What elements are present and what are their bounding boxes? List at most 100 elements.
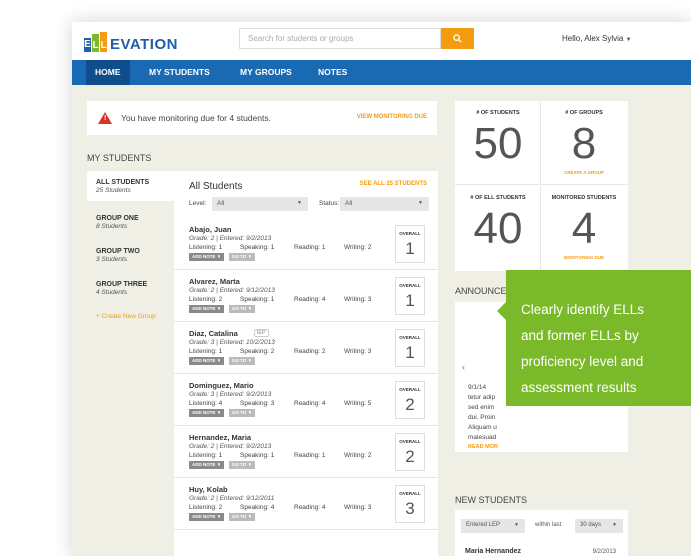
- new-students-title: NEW STUDENTS: [455, 495, 527, 505]
- chevron-down-icon: ▼: [625, 37, 632, 43]
- group-sidebar: ALL STUDENTS 25 Students GROUP ONE 8 Stu…: [87, 171, 174, 556]
- nav-notes[interactable]: NOTES: [318, 60, 347, 85]
- group-name: GROUP TWO: [96, 248, 140, 255]
- entered-filter-select[interactable]: Entered LEP ▼: [461, 519, 525, 533]
- sidebar-item-group-three[interactable]: GROUP THREE 4 Students: [87, 281, 174, 296]
- goto-button[interactable]: GO TO ▼: [229, 305, 256, 313]
- group-name: ALL STUDENTS: [96, 179, 150, 186]
- goto-label: GO TO: [232, 462, 247, 467]
- stat-groups[interactable]: # OF GROUPS 8 CREATE A GROUP: [541, 101, 627, 185]
- student-name[interactable]: Diaz, Catalina: [189, 329, 238, 338]
- overall-value: 1: [405, 239, 415, 258]
- reading-score: Reading: 1: [294, 452, 326, 459]
- chevron-left-icon[interactable]: ‹: [462, 362, 465, 372]
- speaking-score: Speaking: 4: [240, 504, 275, 511]
- add-note-label: ADD NOTE: [192, 410, 216, 415]
- read-more-link[interactable]: READ MOR: [468, 444, 498, 450]
- goto-button[interactable]: GO TO ▼: [229, 461, 256, 469]
- logo-letter-e: E: [84, 38, 91, 52]
- callout-line: and former ELLs by: [521, 328, 639, 343]
- see-all-students-link[interactable]: SEE ALL 25 STUDENTS: [360, 181, 427, 187]
- table-row[interactable]: Huy, Kolab Grade: 2 | Entered: 9/12/2011 L…: [174, 481, 438, 530]
- monitoring-alert: ! You have monitoring due for 4 students…: [87, 101, 437, 135]
- search-button[interactable]: [441, 28, 474, 49]
- goto-button[interactable]: GO TO ▼: [229, 513, 256, 521]
- entered-filter-value: Entered LEP: [466, 522, 501, 528]
- add-note-label: ADD NOTE: [192, 462, 216, 467]
- add-note-button[interactable]: ADD NOTE ▼: [189, 409, 225, 417]
- new-student-name[interactable]: Maria Hernandez: [465, 548, 521, 555]
- overall-label: OVERALL: [399, 283, 421, 288]
- table-row[interactable]: Alvarez, Marta Grade: 2 | Entered: 9/12/2…: [174, 273, 438, 322]
- create-group-link[interactable]: + Create New Group: [96, 313, 156, 320]
- alert-message: You have monitoring due for 4 students.: [121, 113, 271, 123]
- stats-panel: # OF STUDENTS 50 # OF GROUPS 8 CREATE A …: [455, 101, 628, 271]
- student-name[interactable]: Abajo, Juan: [189, 225, 232, 234]
- group-count: 25 Students: [96, 187, 131, 194]
- create-a-group-link[interactable]: CREATE A GROUP: [541, 170, 627, 175]
- speaking-score: Speaking: 2: [240, 348, 275, 355]
- stat-students[interactable]: # OF STUDENTS 50: [455, 101, 541, 185]
- goto-button[interactable]: GO TO ▼: [229, 409, 256, 417]
- overall-value: 1: [405, 343, 415, 362]
- goto-label: GO TO: [232, 514, 247, 519]
- add-note-button[interactable]: ADD NOTE ▼: [189, 513, 225, 521]
- group-count: 8 Students: [96, 223, 128, 230]
- nav-home[interactable]: HOME: [86, 60, 130, 85]
- stat-ell-students[interactable]: # OF ELL STUDENTS 40: [455, 186, 541, 270]
- sidebar-item-all-students[interactable]: ALL STUDENTS 25 Students: [87, 171, 174, 201]
- stat-label: # OF STUDENTS: [476, 110, 520, 116]
- search-input[interactable]: Search for students or groups: [239, 28, 441, 49]
- nav-my-students[interactable]: MY STUDENTS: [149, 60, 210, 85]
- logo-letter-l1: L: [92, 34, 99, 52]
- add-note-button[interactable]: ADD NOTE ▼: [189, 461, 225, 469]
- goto-button[interactable]: GO TO ▼: [229, 357, 256, 365]
- add-note-button[interactable]: ADD NOTE ▼: [189, 253, 225, 261]
- stat-label: # OF GROUPS: [565, 110, 603, 116]
- goto-label: GO TO: [232, 410, 247, 415]
- ellevation-logo[interactable]: E L L EVATION: [84, 32, 178, 52]
- overall-value: 3: [405, 499, 415, 518]
- range-select[interactable]: 30 days ▼: [575, 519, 623, 533]
- listening-score: Listening: 4: [189, 400, 223, 407]
- overall-label: OVERALL: [399, 335, 421, 340]
- overall-value: 2: [405, 447, 415, 466]
- reading-score: Reading: 4: [294, 504, 326, 511]
- reading-score: Reading: 2: [294, 348, 326, 355]
- table-row[interactable]: Abajo, Juan Grade: 2 | Entered: 9/2/2013 L…: [174, 221, 438, 270]
- warning-icon: !: [98, 112, 112, 124]
- user-menu[interactable]: Hello, Alex Sylvia ▼: [562, 34, 632, 43]
- student-name[interactable]: Hernandez, Maria: [189, 433, 251, 442]
- writing-score: Writing: 3: [344, 348, 372, 355]
- status-select[interactable]: All ▼: [340, 197, 429, 211]
- nav-my-groups[interactable]: MY GROUPS: [240, 60, 292, 85]
- sidebar-item-group-two[interactable]: GROUP TWO 3 Students: [87, 248, 174, 263]
- group-name: GROUP THREE: [96, 281, 148, 288]
- table-row[interactable]: Hernandez, Maria Grade: 2 | Entered: 9/2/…: [174, 429, 438, 478]
- goto-button[interactable]: GO TO ▼: [229, 253, 256, 261]
- table-row[interactable]: Dominguez, Mario Grade: 3 | Entered: 9/2/…: [174, 377, 438, 426]
- chevron-down-icon: ▼: [297, 200, 302, 206]
- callout-line: Clearly identify ELLs: [521, 302, 645, 317]
- status-value: All: [345, 200, 353, 207]
- student-name[interactable]: Dominguez, Mario: [189, 381, 254, 390]
- student-name[interactable]: Huy, Kolab: [189, 485, 228, 494]
- announcement-text: malesuad: [468, 434, 497, 441]
- add-note-button[interactable]: ADD NOTE ▼: [189, 357, 225, 365]
- overall-score-box: OVERALL 1: [395, 277, 425, 315]
- sidebar-item-group-one[interactable]: GROUP ONE 8 Students: [87, 215, 174, 230]
- stat-monitored-students[interactable]: MONITORED STUDENTS 4 MONITORING DUE: [541, 186, 627, 270]
- goto-label: GO TO: [232, 306, 247, 311]
- speaking-score: Speaking: 1: [240, 296, 275, 303]
- reading-score: Reading: 4: [294, 296, 326, 303]
- overall-score-box: OVERALL 1: [395, 329, 425, 367]
- level-select[interactable]: All ▼: [212, 197, 308, 211]
- table-row[interactable]: Diaz, Catalina IEP Grade: 3 | Entered: 10/…: [174, 325, 438, 374]
- add-note-button[interactable]: ADD NOTE ▼: [189, 305, 225, 313]
- view-monitoring-due-link[interactable]: VIEW MONITORING DUE: [357, 114, 427, 120]
- monitoring-due-link[interactable]: MONITORING DUE: [541, 255, 627, 260]
- chevron-down-icon: ▼: [612, 522, 617, 528]
- student-name[interactable]: Alvarez, Marta: [189, 277, 240, 286]
- add-note-label: ADD NOTE: [192, 514, 216, 519]
- overall-score-box: OVERALL 2: [395, 381, 425, 419]
